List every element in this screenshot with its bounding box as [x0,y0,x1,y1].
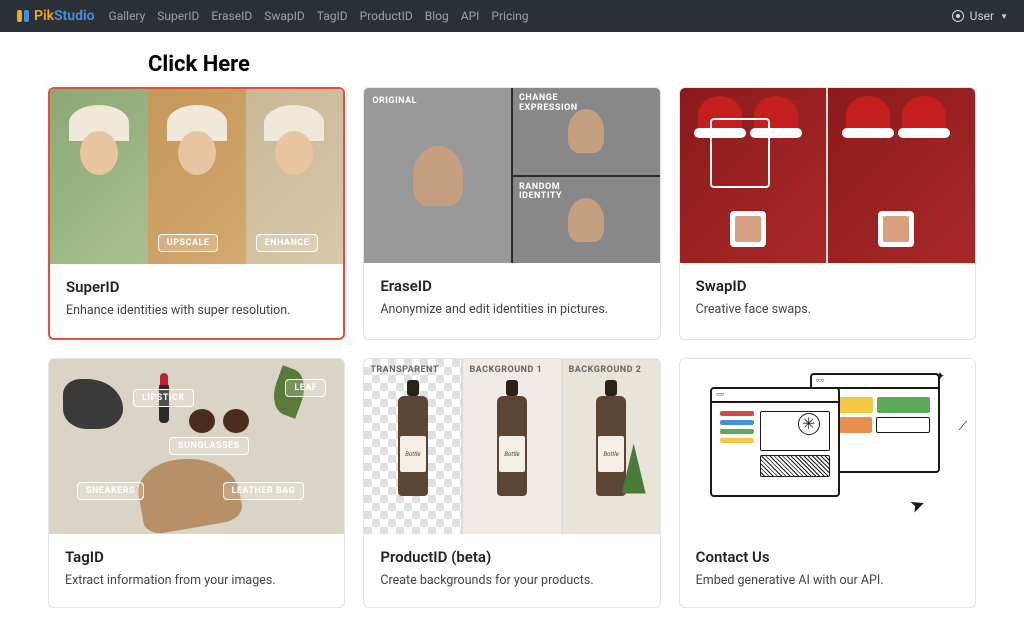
card-contact-desc: Embed generative AI with our API. [696,572,959,590]
card-swapid-desc: Creative face swaps. [696,301,959,319]
nav-link-blog[interactable]: Blog [425,9,449,23]
content: Click Here UPSCALE ENHANCE SuperID Enhan… [0,32,1024,628]
cursor-icon: ➤ [907,493,928,518]
user-icon [952,10,964,22]
logo[interactable]: PikStudio [16,8,95,24]
card-contact[interactable]: ➤ ✦ ⟋ Contact Us Embed generative AI wit… [679,358,976,609]
card-eraseid[interactable]: ORIGINAL CHANGE EXPRESSION RANDOM IDENTI… [363,87,660,340]
nav-link-tagid[interactable]: TagID [317,9,348,23]
label-leaf: LEAF [285,379,326,397]
user-menu[interactable]: User ▼ [952,9,1008,23]
card-swapid-title: SwapID [696,277,959,295]
card-swapid[interactable]: SwapID Creative face swaps. [679,87,976,340]
label-bag: LEATHER BAG [223,482,305,500]
label-random: RANDOM IDENTITY [519,183,562,203]
card-productid-image: TRANSPARENT BACKGROUND 1 BACKGROUND 2 [364,359,659,534]
card-eraseid-title: EraseID [380,277,643,295]
label-bg1: BACKGROUND 1 [469,365,542,375]
card-productid-title: ProductID (beta) [380,548,643,566]
card-eraseid-desc: Anonymize and edit identities in picture… [380,301,643,319]
navbar: PikStudio Gallery SuperID EraseID SwapID… [0,0,1024,32]
nav-link-productid[interactable]: ProductID [360,9,413,23]
card-productid-desc: Create backgrounds for your products. [380,572,643,590]
label-upscale: UPSCALE [158,234,219,252]
card-swapid-image [680,88,975,263]
card-tagid[interactable]: LIPSTICK LEAF SUNGLASSES SNEAKERS LEATHE… [48,358,345,609]
card-superid-desc: Enhance identities with super resolution… [66,302,327,320]
label-bg2: BACKGROUND 2 [569,365,642,375]
logo-text-1: Pik [34,8,54,24]
card-tagid-image: LIPSTICK LEAF SUNGLASSES SNEAKERS LEATHE… [49,359,344,534]
card-superid-title: SuperID [66,278,327,296]
caret-down-icon: ▼ [1000,12,1008,21]
card-contact-image: ➤ ✦ ⟋ [680,359,975,534]
nav-link-superid[interactable]: SuperID [157,9,199,23]
label-sunglasses: SUNGLASSES [169,437,249,455]
card-eraseid-image: ORIGINAL CHANGE EXPRESSION RANDOM IDENTI… [364,88,659,263]
label-change: CHANGE EXPRESSION [519,94,578,114]
label-original: ORIGINAL [372,96,417,106]
label-enhance: ENHANCE [256,234,319,252]
card-contact-title: Contact Us [696,548,959,566]
label-transparent: TRANSPARENT [370,365,439,375]
card-productid[interactable]: TRANSPARENT BACKGROUND 1 BACKGROUND 2 Pr… [363,358,660,609]
nav-link-pricing[interactable]: Pricing [491,9,528,23]
card-tagid-title: TagID [65,548,328,566]
navbar-left: PikStudio Gallery SuperID EraseID SwapID… [16,8,529,24]
nav-link-eraseid[interactable]: EraseID [211,9,252,23]
card-superid[interactable]: UPSCALE ENHANCE SuperID Enhance identiti… [48,87,345,340]
nav-links: Gallery SuperID EraseID SwapID TagID Pro… [109,9,529,23]
card-superid-image: UPSCALE ENHANCE [50,89,343,264]
label-lipstick: LIPSTICK [133,389,194,407]
card-grid: UPSCALE ENHANCE SuperID Enhance identiti… [48,87,976,608]
nav-link-api[interactable]: API [461,9,480,23]
label-sneakers: SNEAKERS [77,482,144,500]
nav-link-swapid[interactable]: SwapID [264,9,305,23]
card-tagid-desc: Extract information from your images. [65,572,328,590]
logo-text-2: Studio [54,8,95,24]
user-label: User [970,9,994,23]
nav-link-gallery[interactable]: Gallery [109,9,146,23]
logo-icon [16,9,30,23]
click-here-heading: Click Here [148,52,976,77]
